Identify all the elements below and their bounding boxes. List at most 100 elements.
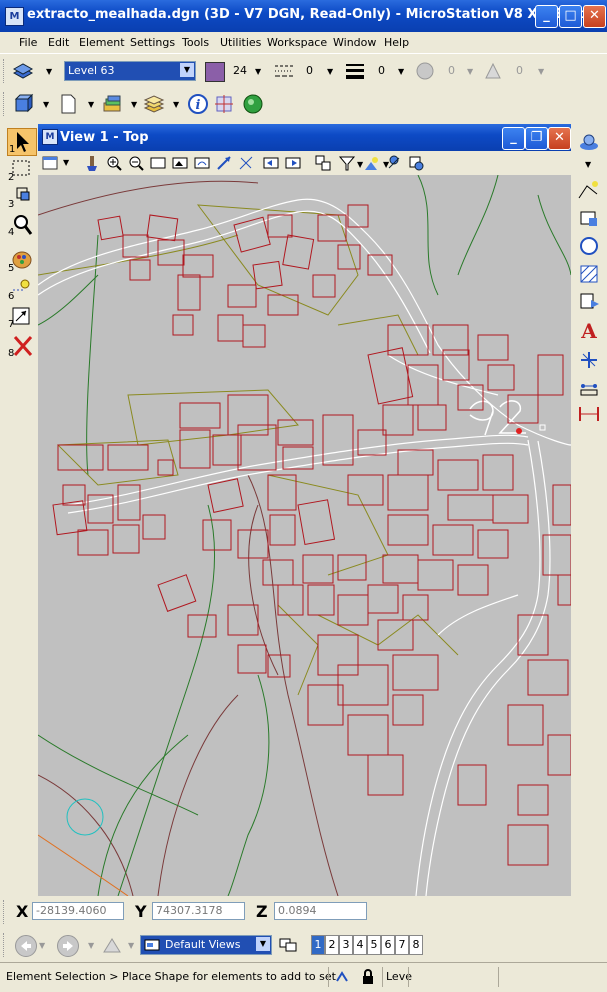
new-file-icon[interactable] bbox=[57, 93, 79, 115]
x-coordinate-field[interactable]: -28139.4060 bbox=[32, 902, 124, 920]
view-previous-icon[interactable] bbox=[262, 154, 280, 172]
view-dropdown[interactable]: ▼ bbox=[43, 100, 49, 109]
view-restore-button[interactable]: ❐ bbox=[525, 127, 548, 150]
chevron-down-icon[interactable]: ▼ bbox=[256, 937, 270, 951]
levels-icon[interactable] bbox=[143, 93, 165, 115]
line-style-icon[interactable] bbox=[273, 60, 295, 82]
level-manager-dropdown[interactable]: ▼ bbox=[46, 67, 52, 76]
transparency-icon[interactable] bbox=[414, 60, 436, 82]
view-button-1[interactable]: 1 bbox=[311, 935, 325, 955]
view-button-7[interactable]: 7 bbox=[395, 935, 409, 955]
back-dropdown[interactable]: ▼ bbox=[39, 941, 45, 950]
update-view-icon[interactable] bbox=[83, 154, 101, 172]
maximize-button[interactable]: □ bbox=[559, 5, 582, 28]
toolbar-grip[interactable] bbox=[3, 59, 7, 83]
modify-icon[interactable] bbox=[577, 350, 601, 370]
drawing-canvas[interactable] bbox=[38, 175, 571, 896]
lock-icon[interactable] bbox=[360, 969, 376, 985]
view-button-2[interactable]: 2 bbox=[325, 935, 339, 955]
priority-icon[interactable] bbox=[482, 60, 504, 82]
microstation-app-icon[interactable]: M bbox=[5, 7, 24, 26]
tool-manipulate[interactable]: 3 bbox=[7, 184, 35, 210]
view-button-4[interactable]: 4 bbox=[353, 935, 367, 955]
line-weight-dropdown[interactable]: ▼ bbox=[398, 67, 404, 76]
zoom-in-icon[interactable] bbox=[105, 154, 123, 172]
priority-dropdown[interactable]: ▼ bbox=[538, 67, 544, 76]
view-button-8[interactable]: 8 bbox=[409, 935, 423, 955]
view-minimize-button[interactable]: _ bbox=[502, 127, 525, 150]
menu-settings[interactable]: Settings bbox=[130, 36, 175, 49]
render-icon[interactable] bbox=[242, 93, 264, 115]
cell-icon[interactable] bbox=[577, 292, 601, 312]
level-manager-icon[interactable] bbox=[12, 60, 34, 82]
text-icon[interactable]: A bbox=[577, 320, 601, 342]
walk-icon[interactable] bbox=[237, 154, 255, 172]
back-button[interactable] bbox=[15, 935, 37, 957]
fit-view-icon[interactable] bbox=[171, 154, 189, 172]
rotate-view-icon[interactable] bbox=[193, 154, 211, 172]
info-icon[interactable]: i bbox=[187, 93, 209, 115]
active-level-select[interactable]: Level 63 ▼ bbox=[64, 61, 196, 81]
zoom-out-icon[interactable] bbox=[127, 154, 145, 172]
window-area-icon[interactable] bbox=[149, 154, 167, 172]
view-close-button[interactable]: ✕ bbox=[548, 127, 571, 150]
toolbar-grip[interactable] bbox=[3, 933, 7, 957]
color-swatch[interactable] bbox=[205, 62, 225, 82]
view-groups-icon[interactable] bbox=[278, 935, 300, 955]
app-title-bar[interactable]: M extracto_mealhada.dgn (3D - V7 DGN, Re… bbox=[0, 0, 607, 32]
line-style-dropdown[interactable]: ▼ bbox=[327, 67, 333, 76]
tool-delete[interactable]: 8 bbox=[7, 333, 35, 359]
menu-element[interactable]: Element bbox=[79, 36, 125, 49]
place-circle-icon[interactable] bbox=[577, 236, 601, 256]
hatch-icon[interactable] bbox=[577, 264, 601, 284]
tool-snap[interactable]: 6 bbox=[7, 276, 35, 302]
pan-view-icon[interactable] bbox=[215, 154, 233, 172]
tool-measure[interactable]: 4 bbox=[7, 212, 35, 238]
tool-paint[interactable]: 5 bbox=[7, 248, 35, 274]
render-view-icon[interactable] bbox=[407, 154, 425, 172]
minimize-button[interactable]: _ bbox=[535, 5, 558, 28]
view-button-6[interactable]: 6 bbox=[381, 935, 395, 955]
menu-utilities[interactable]: Utilities bbox=[220, 36, 261, 49]
close-button[interactable]: ✕ bbox=[583, 5, 606, 28]
menu-tools[interactable]: Tools bbox=[182, 36, 209, 49]
view-button-3[interactable]: 3 bbox=[339, 935, 353, 955]
forward-button[interactable] bbox=[57, 935, 79, 957]
view-next-icon[interactable] bbox=[284, 154, 302, 172]
toolbar-grip[interactable] bbox=[3, 92, 7, 116]
saved-view-icon[interactable] bbox=[101, 935, 123, 955]
transparency-dropdown[interactable]: ▼ bbox=[467, 67, 473, 76]
file-dropdown[interactable]: ▼ bbox=[88, 100, 94, 109]
menu-file[interactable]: File bbox=[19, 36, 37, 49]
tool-scale[interactable]: 7 bbox=[7, 304, 35, 330]
y-coordinate-field[interactable]: 74307.3178 bbox=[152, 902, 245, 920]
view-title-bar[interactable]: M View 1 - Top _ ❐ ✕ bbox=[38, 124, 571, 151]
references-dropdown[interactable]: ▼ bbox=[131, 100, 137, 109]
menu-help[interactable]: Help bbox=[384, 36, 409, 49]
menu-window[interactable]: Window bbox=[333, 36, 376, 49]
view-cube-icon[interactable] bbox=[12, 93, 34, 115]
chevron-down-icon[interactable]: ▼ bbox=[180, 63, 194, 77]
menu-edit[interactable]: Edit bbox=[48, 36, 69, 49]
view-attributes-icon[interactable] bbox=[41, 154, 59, 172]
levels-dropdown[interactable]: ▼ bbox=[173, 100, 179, 109]
color-dropdown[interactable]: ▼ bbox=[255, 67, 261, 76]
tool-fence[interactable]: 2 bbox=[7, 157, 35, 183]
menu-workspace[interactable]: Workspace bbox=[267, 36, 327, 49]
place-smartline-icon[interactable] bbox=[577, 180, 601, 200]
task-dropdown[interactable]: ▼ bbox=[585, 160, 591, 169]
camera-icon[interactable] bbox=[385, 154, 403, 172]
place-block-icon[interactable] bbox=[577, 208, 601, 228]
map-drawing[interactable] bbox=[38, 175, 571, 896]
line-weight-icon[interactable] bbox=[344, 60, 366, 82]
task-icon[interactable] bbox=[577, 132, 601, 152]
forward-dropdown[interactable]: ▼ bbox=[88, 941, 94, 950]
accudraw-icon[interactable] bbox=[213, 93, 235, 115]
saved-view-dropdown[interactable]: ▼ bbox=[128, 941, 134, 950]
view-button-5[interactable]: 5 bbox=[367, 935, 381, 955]
display-mode-icon[interactable] bbox=[363, 154, 381, 172]
z-coordinate-field[interactable]: 0.0894 bbox=[274, 902, 367, 920]
dimension-icon[interactable] bbox=[577, 404, 601, 424]
tool-select[interactable]: 1 bbox=[7, 128, 37, 156]
group-icon[interactable] bbox=[577, 378, 601, 398]
